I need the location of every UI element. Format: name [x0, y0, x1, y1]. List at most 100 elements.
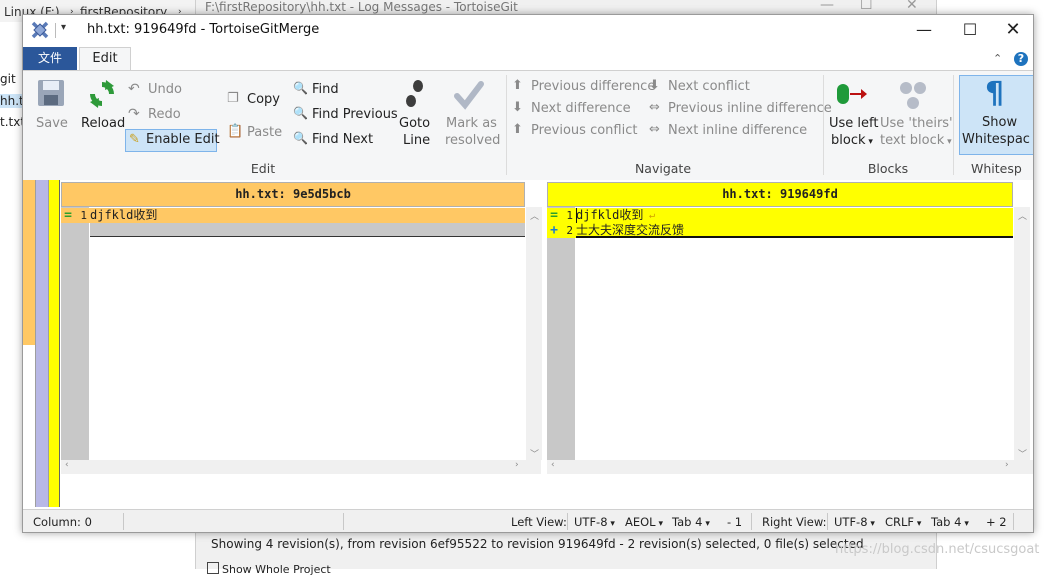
- tab-edit[interactable]: Edit: [79, 47, 131, 70]
- left-view-label: Left View:: [511, 515, 567, 529]
- previous-inline-difference-button[interactable]: ⇔ Previous inline difference: [649, 100, 832, 118]
- add-mark-icon: +: [550, 223, 558, 238]
- use-theirs-text-block-button[interactable]: Use 'theirs' text block: [878, 75, 953, 155]
- next-conflict-label: Next conflict: [668, 79, 750, 94]
- close-button[interactable]: ✕: [993, 15, 1033, 45]
- find-previous-icon: 🔍: [293, 106, 308, 120]
- log-maximize-icon[interactable]: ☐: [860, 0, 873, 13]
- tab-file[interactable]: 文件: [23, 47, 77, 70]
- left-line-1[interactable]: = 1 djfkld收到: [61, 208, 525, 223]
- right-horizontal-scrollbar[interactable]: ‹ ›: [547, 460, 1033, 474]
- double-arrow-right-icon: ⇔: [649, 122, 660, 137]
- save-icon: [38, 80, 64, 106]
- use-theirs-label-2: text block: [880, 133, 952, 148]
- next-conflict-button[interactable]: ⬇ Next conflict: [649, 78, 819, 96]
- enable-edit-label: Enable Edit: [146, 132, 220, 147]
- minimize-button[interactable]: —: [901, 15, 947, 45]
- right-view-label: Right View:: [762, 515, 827, 529]
- left-horizontal-scrollbar[interactable]: ‹ ›: [61, 460, 541, 474]
- paste-icon: 📋: [227, 124, 244, 139]
- find-previous-button[interactable]: 🔍 Find Previous: [293, 106, 398, 126]
- previous-conflict-button[interactable]: ⬆ Previous conflict: [512, 122, 648, 140]
- log-close-icon[interactable]: ✕: [906, 0, 918, 13]
- group-separator: [506, 75, 507, 175]
- explorer-file-item[interactable]: git: [0, 72, 16, 86]
- line-number: 1: [80, 209, 87, 222]
- right-diff-boundary: [576, 236, 1013, 238]
- arrow-up-icon: ⬆: [512, 78, 523, 93]
- goto-line-label-1: Goto: [399, 116, 431, 131]
- scroll-up-icon[interactable]: ︿: [1018, 209, 1027, 222]
- left-encoding-dropdown[interactable]: UTF-8: [574, 515, 615, 529]
- goto-line-footprints-icon: [406, 80, 423, 107]
- left-tab-dropdown[interactable]: Tab 4: [672, 515, 710, 529]
- group-separator: [823, 75, 824, 175]
- left-pane[interactable]: hh.txt: 9e5d5bcb = 1 djfkld收到 ︿ ﹀ ‹ ›: [61, 180, 542, 507]
- right-vertical-scrollbar[interactable]: ︿ ﹀: [1014, 207, 1030, 460]
- left-eol-dropdown[interactable]: AEOL: [625, 515, 663, 529]
- window-title: hh.txt: 919649fd - TortoiseGitMerge: [87, 22, 320, 37]
- goto-line-label-2: Line: [403, 133, 431, 148]
- scroll-left-icon[interactable]: ‹: [551, 460, 555, 470]
- use-left-label-2: block: [831, 133, 873, 148]
- next-inline-difference-button[interactable]: ⇔ Next inline difference: [649, 122, 819, 140]
- right-eol-dropdown[interactable]: CRLF: [885, 515, 921, 529]
- copy-button[interactable]: ❐ Copy: [227, 91, 287, 111]
- arrow-up-icon: ⬆: [512, 122, 523, 137]
- next-difference-button[interactable]: ⬇ Next difference: [512, 100, 648, 118]
- status-bar: Column: 0 Left View: UTF-8 AEOL Tab 4 - …: [23, 509, 1033, 532]
- blocks-group-label: Blocks: [867, 161, 909, 176]
- show-whitespace-button[interactable]: ¶ Show Whitespac: [959, 75, 1033, 155]
- mark-as-resolved-button[interactable]: Mark as resolved: [441, 75, 501, 155]
- goto-line-button[interactable]: Goto Line: [395, 75, 435, 155]
- line-text: djfkld收到: [576, 208, 644, 222]
- previous-difference-button[interactable]: ⬆ Previous difference: [512, 78, 655, 96]
- maximize-button[interactable]: ☐: [947, 15, 993, 45]
- save-label: Save: [36, 116, 68, 131]
- use-left-block-button[interactable]: Use left block: [827, 75, 879, 155]
- collapse-ribbon-icon[interactable]: ⌃: [993, 52, 1002, 65]
- scroll-up-icon[interactable]: ︿: [530, 209, 539, 222]
- arrow-down-icon: ⬇: [649, 78, 660, 93]
- find-icon: 🔍: [293, 81, 308, 95]
- use-left-label-1: Use left: [829, 116, 879, 131]
- checkbox-icon[interactable]: [207, 562, 219, 574]
- undo-button[interactable]: ↶ Undo: [128, 81, 198, 99]
- location-bar-changed-marker: [23, 180, 35, 345]
- status-separator: [567, 513, 568, 530]
- save-button[interactable]: Save: [31, 75, 69, 137]
- location-bar-separator: [59, 180, 60, 507]
- tortoisegitmerge-app-icon[interactable]: [31, 21, 49, 39]
- right-pane[interactable]: hh.txt: 919649fd = 1 djfkld收到 ↵ + 2 士大夫深…: [547, 180, 1033, 507]
- scroll-left-icon[interactable]: ‹: [65, 460, 69, 470]
- paste-button[interactable]: 📋 Paste: [227, 124, 287, 144]
- log-minimize-icon[interactable]: —: [820, 0, 834, 13]
- next-inline-difference-label: Next inline difference: [668, 123, 808, 138]
- left-vertical-scrollbar[interactable]: ︿ ﹀: [526, 207, 542, 460]
- redo-button[interactable]: ↷ Redo: [128, 106, 198, 124]
- column-indicator: Column: 0: [33, 515, 92, 529]
- equal-mark-icon: =: [64, 208, 72, 223]
- right-tab-dropdown[interactable]: Tab 4: [931, 515, 969, 529]
- enable-edit-button[interactable]: ✎ Enable Edit: [125, 129, 220, 152]
- location-bar-middle[interactable]: [36, 180, 48, 507]
- find-next-button[interactable]: 🔍 Find Next: [293, 131, 393, 151]
- reload-button[interactable]: Reload: [79, 75, 125, 137]
- group-separator: [953, 75, 954, 175]
- find-button[interactable]: 🔍 Find: [293, 81, 393, 101]
- location-bar-right[interactable]: [49, 180, 59, 507]
- title-bar[interactable]: ▾ hh.txt: 919649fd - TortoiseGitMerge — …: [23, 15, 1033, 45]
- diff-view-area: hh.txt: 9e5d5bcb = 1 djfkld收到 ︿ ﹀ ‹ › hh…: [23, 180, 1033, 507]
- quick-access-dropdown-icon[interactable]: ▾: [61, 22, 66, 33]
- scroll-down-icon[interactable]: ﹀: [1018, 447, 1027, 460]
- help-icon[interactable]: ?: [1014, 52, 1028, 66]
- right-line-count: + 2: [986, 515, 1007, 529]
- scroll-right-icon[interactable]: ›: [515, 460, 519, 470]
- right-pane-header: hh.txt: 919649fd: [547, 182, 1013, 207]
- scroll-down-icon[interactable]: ﹀: [530, 447, 539, 460]
- right-encoding-dropdown[interactable]: UTF-8: [834, 515, 875, 529]
- show-whole-project-checkbox[interactable]: Show Whole Project: [207, 562, 331, 576]
- right-line-1[interactable]: = 1 djfkld收到 ↵: [547, 208, 1013, 223]
- ribbon-tab-bar: 文件 Edit ⌃ ?: [23, 45, 1033, 70]
- scroll-right-icon[interactable]: ›: [1005, 460, 1009, 470]
